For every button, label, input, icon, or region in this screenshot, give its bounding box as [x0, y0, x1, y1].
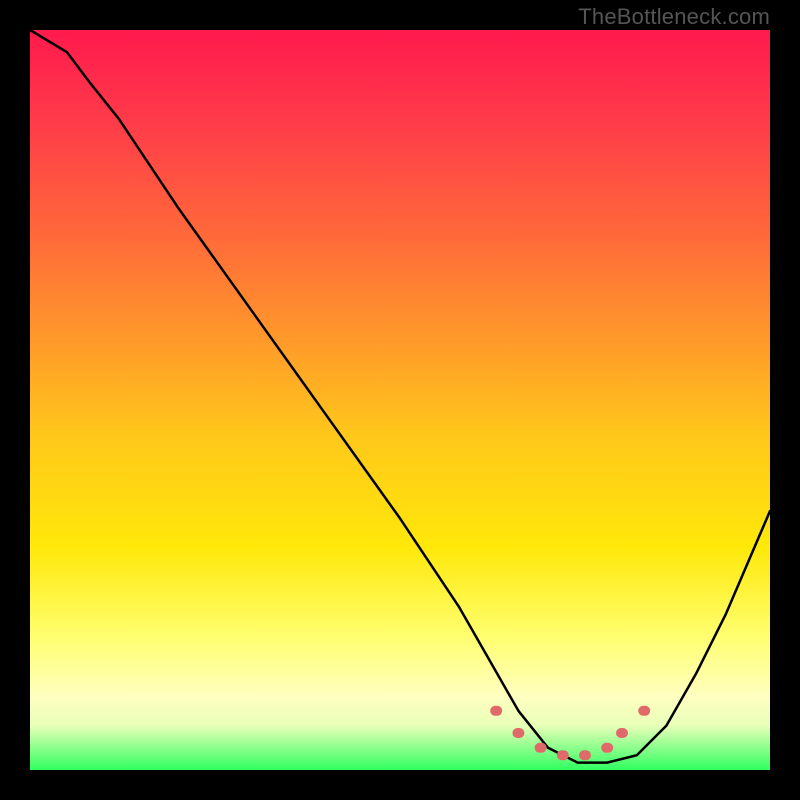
optimum-markers — [490, 706, 650, 760]
watermark-text: TheBottleneck.com — [578, 4, 770, 30]
optimum-marker-6 — [616, 728, 628, 738]
optimum-marker-5 — [601, 743, 613, 753]
chart-frame: TheBottleneck.com — [0, 0, 800, 800]
curve-svg — [30, 30, 770, 770]
optimum-marker-2 — [535, 743, 547, 753]
bottleneck-curve — [30, 30, 770, 763]
optimum-marker-3 — [557, 750, 569, 760]
optimum-marker-0 — [490, 706, 502, 716]
optimum-marker-7 — [638, 706, 650, 716]
optimum-marker-1 — [512, 728, 524, 738]
optimum-marker-4 — [579, 750, 591, 760]
plot-area — [30, 30, 770, 770]
